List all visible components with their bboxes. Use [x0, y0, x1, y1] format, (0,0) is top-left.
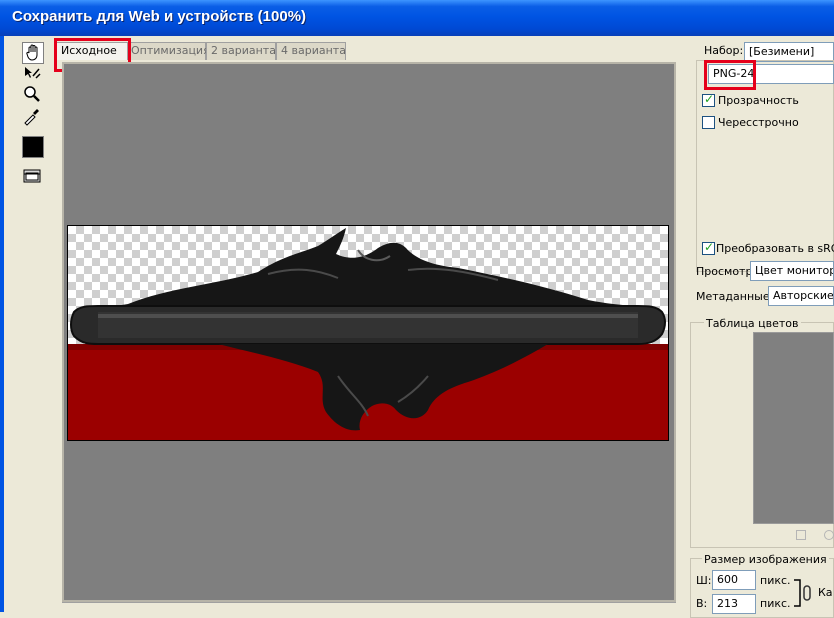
width-label: Ш:: [696, 574, 712, 587]
window-frame-left: [0, 36, 4, 612]
image-size-title: Размер изображения: [702, 553, 829, 566]
zoom-tool-icon[interactable]: [22, 84, 44, 106]
tool-column: [14, 40, 50, 612]
quality-label: Ка: [818, 586, 833, 599]
hand-tool-icon[interactable]: [22, 42, 44, 64]
width-input[interactable]: 600: [712, 570, 756, 590]
interlaced-checkbox[interactable]: [702, 116, 715, 129]
tab-4up[interactable]: 4 варианта: [276, 42, 346, 60]
preview-label: Просмотр:: [696, 265, 757, 278]
preview-select[interactable]: Цвет монитора: [750, 261, 834, 281]
image-preview[interactable]: [67, 225, 669, 441]
width-unit: пикс.: [760, 574, 791, 587]
color-table-lock-icon[interactable]: [796, 530, 806, 540]
settings-panel: Набор: [Безимени] PNG-24 Прозрачность Че…: [684, 38, 834, 618]
height-label: В:: [696, 597, 708, 610]
color-table-web-icon[interactable]: [824, 530, 834, 540]
slice-select-tool-icon[interactable]: [22, 64, 44, 86]
eyedropper-tool-icon[interactable]: [22, 106, 44, 128]
tab-optimized-label: Оптимизация: [131, 44, 210, 57]
tab-optimized[interactable]: Оптимизация: [128, 42, 210, 60]
height-unit: пикс.: [760, 597, 791, 610]
optimization-settings-group: [696, 60, 834, 272]
canvas-status-bar: [62, 602, 676, 613]
tab-4up-label: 4 варианта: [281, 44, 346, 57]
tab-2up[interactable]: 2 варианта: [206, 42, 276, 60]
transparency-checkbox[interactable]: [702, 92, 715, 107]
metadata-select[interactable]: Авторские п: [768, 286, 834, 306]
preset-label: Набор:: [704, 44, 744, 57]
transparency-label: Прозрачность: [718, 94, 799, 107]
color-table-title: Таблица цветов: [704, 317, 801, 330]
toggle-slices-visibility-icon[interactable]: [22, 166, 44, 188]
metadata-label: Метаданные:: [696, 290, 774, 303]
constrain-proportions-link-icon[interactable]: [792, 578, 816, 608]
window-title: Сохранить для Web и устройств (100%): [12, 8, 307, 25]
format-highlight-annotation: [704, 60, 756, 90]
height-input[interactable]: 213: [712, 594, 756, 614]
tab-2up-label: 2 варианта: [211, 44, 276, 57]
ornate-banner-image: [68, 228, 668, 440]
window-title-bar[interactable]: Сохранить для Web и устройств (100%): [0, 0, 834, 36]
interlaced-label: Чересстрочно: [718, 116, 799, 129]
convert-srgb-checkbox[interactable]: [702, 240, 715, 255]
eyedropper-color-swatch[interactable]: [22, 136, 44, 158]
convert-srgb-label: Преобразовать в sRGB: [716, 242, 834, 255]
preset-select[interactable]: [Безимени]: [744, 42, 834, 62]
color-table-swatches[interactable]: [753, 332, 834, 524]
